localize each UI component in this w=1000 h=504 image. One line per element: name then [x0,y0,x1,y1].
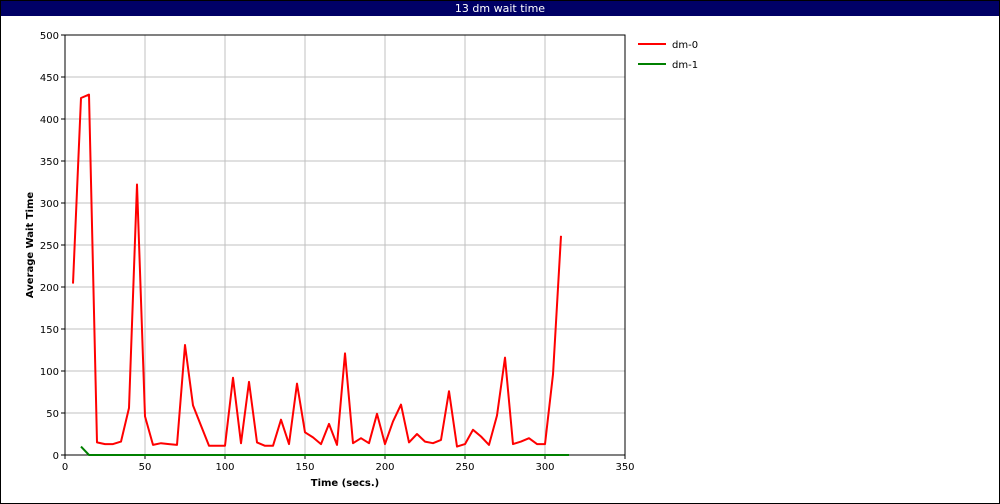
y-tick-label: 400 [40,115,59,126]
x-tick-label: 100 [215,462,234,473]
x-axis-label: Time (secs.) [311,478,380,489]
y-tick-label: 200 [40,283,59,294]
x-tick-label: 0 [62,462,68,473]
y-tick-label: 500 [40,31,59,42]
y-tick-label: 50 [46,409,59,420]
x-tick-label: 150 [295,462,314,473]
line-chart: 0 50 100 150 200 250 300 350 0 50 100 150 200 250 300 3… [25,31,698,489]
x-tick-label: 300 [535,462,554,473]
y-axis-label: Average Wait Time [25,192,36,299]
series-lines [72,93,569,456]
legend-label-dm-0: dm-0 [672,40,698,51]
x-tick-label: 50 [139,462,152,473]
y-tick-label: 0 [53,451,59,462]
y-tick-label: 150 [40,325,59,336]
series-line-dm-0 [72,93,562,448]
series-line-dm-1 [80,445,569,456]
x-tick-label: 350 [615,462,634,473]
y-tick-label: 100 [40,367,59,378]
x-tick-label: 200 [375,462,394,473]
legend-label-dm-1: dm-1 [672,60,698,71]
grid-lines [65,35,625,455]
y-tick-label: 350 [40,157,59,168]
x-tick-label: 250 [455,462,474,473]
y-tick-label: 250 [40,241,59,252]
y-tick-label: 300 [40,199,59,210]
legend: dm-0 dm-1 [638,40,698,71]
y-tick-label: 450 [40,73,59,84]
